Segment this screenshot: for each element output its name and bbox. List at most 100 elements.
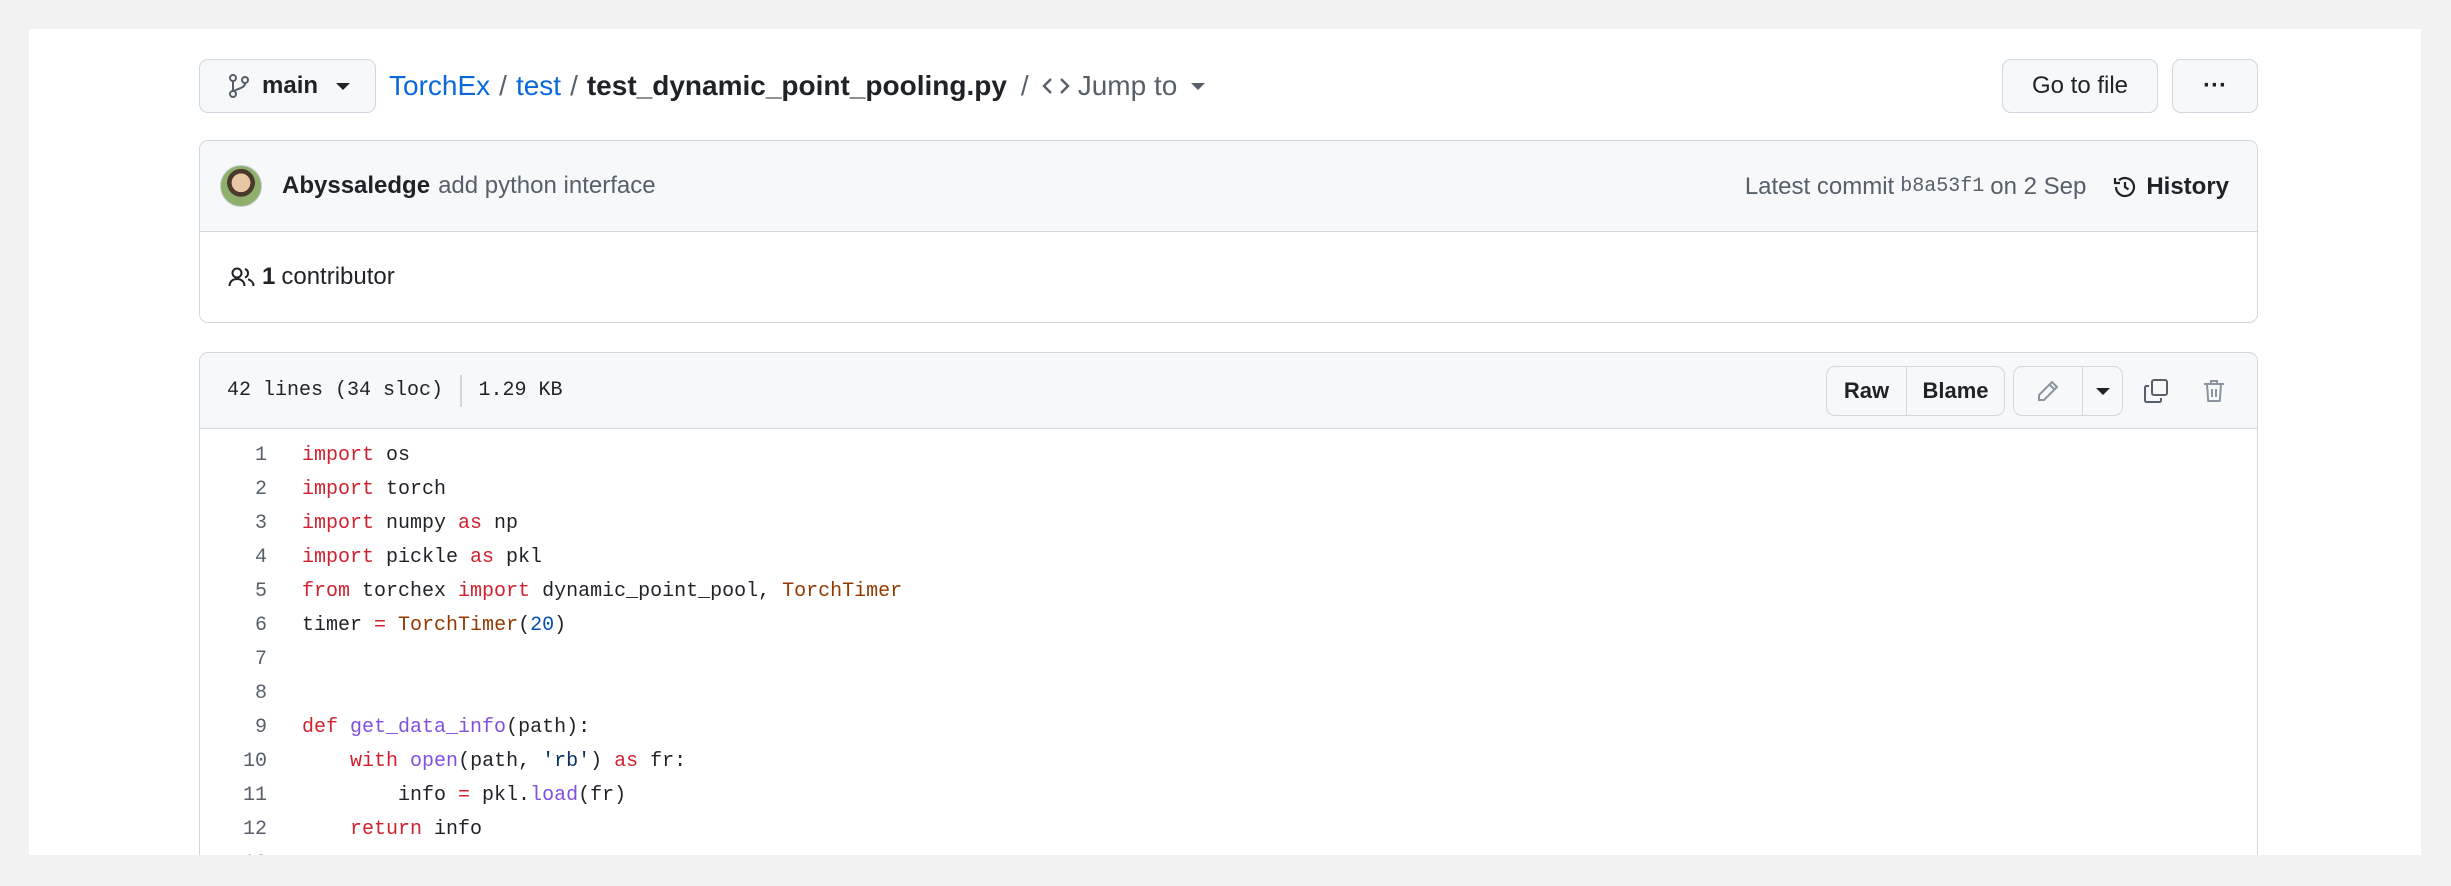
file-size: 1.29 KB (478, 379, 563, 402)
chevron-down-icon (1191, 82, 1206, 90)
line-number[interactable]: 9 (200, 716, 267, 739)
code-token: return (350, 817, 423, 841)
kebab-horizontal-icon: ··· (2203, 72, 2227, 99)
file-content-box: 42 lines (34 sloc) 1.29 KB Raw Blame 1 i… (199, 352, 2258, 855)
line-number[interactable]: 1 (200, 444, 267, 467)
code-token: import (458, 579, 531, 603)
commit-sha[interactable]: b8a53f1 (1900, 175, 1984, 198)
code-token: (path): (506, 715, 591, 739)
line-number[interactable]: 11 (200, 784, 267, 807)
line-number[interactable]: 5 (200, 580, 267, 603)
code-token: 20 (530, 613, 555, 637)
code-text: from torchex import dynamic_point_pool, … (302, 580, 902, 603)
line-number[interactable]: 2 (200, 478, 267, 501)
code-line: 7 (200, 642, 2257, 676)
line-number[interactable]: 10 (200, 750, 267, 773)
code-line: 5 from torchex import dynamic_point_pool,… (200, 574, 2257, 608)
file-header: 42 lines (34 sloc) 1.29 KB Raw Blame (200, 353, 2257, 429)
contributor-label[interactable]: contributor (281, 263, 394, 291)
chevron-down-icon (336, 82, 351, 90)
edit-button-group (2013, 366, 2123, 416)
code-line: 9 def get_data_info(path): (200, 710, 2257, 744)
code-token: np (482, 511, 519, 535)
history-icon (2112, 174, 2138, 200)
blame-button[interactable]: Blame (1906, 367, 2004, 415)
code-token: ) (590, 749, 615, 773)
code-token: import (302, 511, 375, 535)
code-line: 11 info = pkl.load(fr) (200, 778, 2257, 812)
raw-button[interactable]: Raw (1827, 367, 1906, 415)
line-number[interactable]: 3 (200, 512, 267, 535)
branch-selector-button[interactable]: main (199, 59, 376, 113)
line-number[interactable]: 12 (200, 818, 267, 841)
code-token: import (302, 443, 375, 467)
breadcrumb-folder-link[interactable]: test (516, 70, 561, 102)
edit-dropdown-button[interactable] (2082, 367, 2122, 415)
breadcrumb-separator: / (570, 70, 578, 101)
code-line: 12 return info (200, 812, 2257, 846)
copy-button[interactable] (2131, 366, 2181, 416)
code-view: 1 import os 2 import torch 3 import numpy as … (200, 429, 2257, 856)
code-token: pkl (494, 545, 543, 569)
jump-to-menu[interactable]: Jump to (1042, 70, 1206, 102)
commit-date: on 2 Sep (1990, 172, 2087, 200)
code-token: TorchTimer (782, 579, 903, 603)
code-text: with open(path, 'rb') as fr: (302, 750, 686, 773)
code-token: as (614, 749, 639, 773)
line-number[interactable]: 7 (200, 648, 267, 671)
code-token: info (302, 783, 459, 807)
breadcrumb-separator: / (1020, 70, 1029, 101)
breadcrumb-repo-link[interactable]: TorchEx (389, 70, 490, 102)
line-count: 42 lines (34 sloc) (227, 379, 444, 402)
code-token: import (302, 545, 375, 569)
code-line: 6 timer = TorchTimer(20) (200, 608, 2257, 642)
breadcrumb-file-name: test_dynamic_point_pooling.py (586, 70, 1007, 101)
code-token: with (350, 749, 399, 773)
top-bar: main TorchEx / test / test_dynamic_point… (199, 59, 2258, 113)
code-token: get_data_info (350, 715, 507, 739)
code-text: import pickle as pkl (302, 546, 542, 569)
code-token: import (302, 477, 375, 501)
chevron-down-icon (2095, 387, 2110, 395)
copy-icon (2143, 378, 2169, 404)
line-number[interactable]: 6 (200, 614, 267, 637)
delete-button[interactable] (2189, 366, 2239, 416)
code-line: 10 with open(path, 'rb') as fr: (200, 744, 2257, 778)
breadcrumb-separator: / (499, 70, 507, 101)
code-token: fr: (638, 749, 687, 773)
code-line: 3 import numpy as np (200, 506, 2257, 540)
code-token: ( (518, 613, 531, 637)
code-token: torch (374, 477, 447, 501)
contributors-row: 1 contributor (200, 232, 2257, 322)
history-link[interactable]: History (2112, 173, 2229, 201)
code-text: import torch (302, 478, 446, 501)
code-token: torchex (350, 579, 459, 603)
line-number[interactable]: 8 (200, 682, 267, 705)
code-line: 13 (200, 846, 2257, 856)
edit-button[interactable] (2014, 367, 2082, 415)
commit-author[interactable]: Abyssaledge (282, 172, 430, 200)
commit-meta: Latest commit b8a53f1 on 2 Sep History (1745, 141, 2229, 232)
commit-message[interactable]: add python interface (438, 172, 656, 200)
code-token: load (530, 783, 579, 807)
line-number[interactable]: 4 (200, 546, 267, 569)
line-number[interactable]: 13 (200, 852, 267, 856)
jump-to-label: Jump to (1077, 70, 1178, 101)
history-label: History (2146, 172, 2229, 200)
latest-commit-box: Abyssaledge add python interface Latest … (199, 140, 2258, 323)
code-text: info = pkl.load(fr) (302, 784, 626, 807)
file-actions: Raw Blame (1826, 353, 2239, 429)
code-line: 4 import pickle as pkl (200, 540, 2257, 574)
code-text: import numpy as np (302, 512, 518, 535)
code-line: 1 import os (200, 438, 2257, 472)
more-options-button[interactable]: ··· (2172, 59, 2258, 113)
go-to-file-button[interactable]: Go to file (2002, 59, 2158, 113)
avatar[interactable] (220, 165, 262, 207)
code-text: import os (302, 444, 410, 467)
branch-name: main (262, 72, 319, 99)
code-token: os (374, 443, 411, 467)
code-token: = (374, 613, 387, 637)
contributor-count[interactable]: 1 (262, 263, 275, 291)
